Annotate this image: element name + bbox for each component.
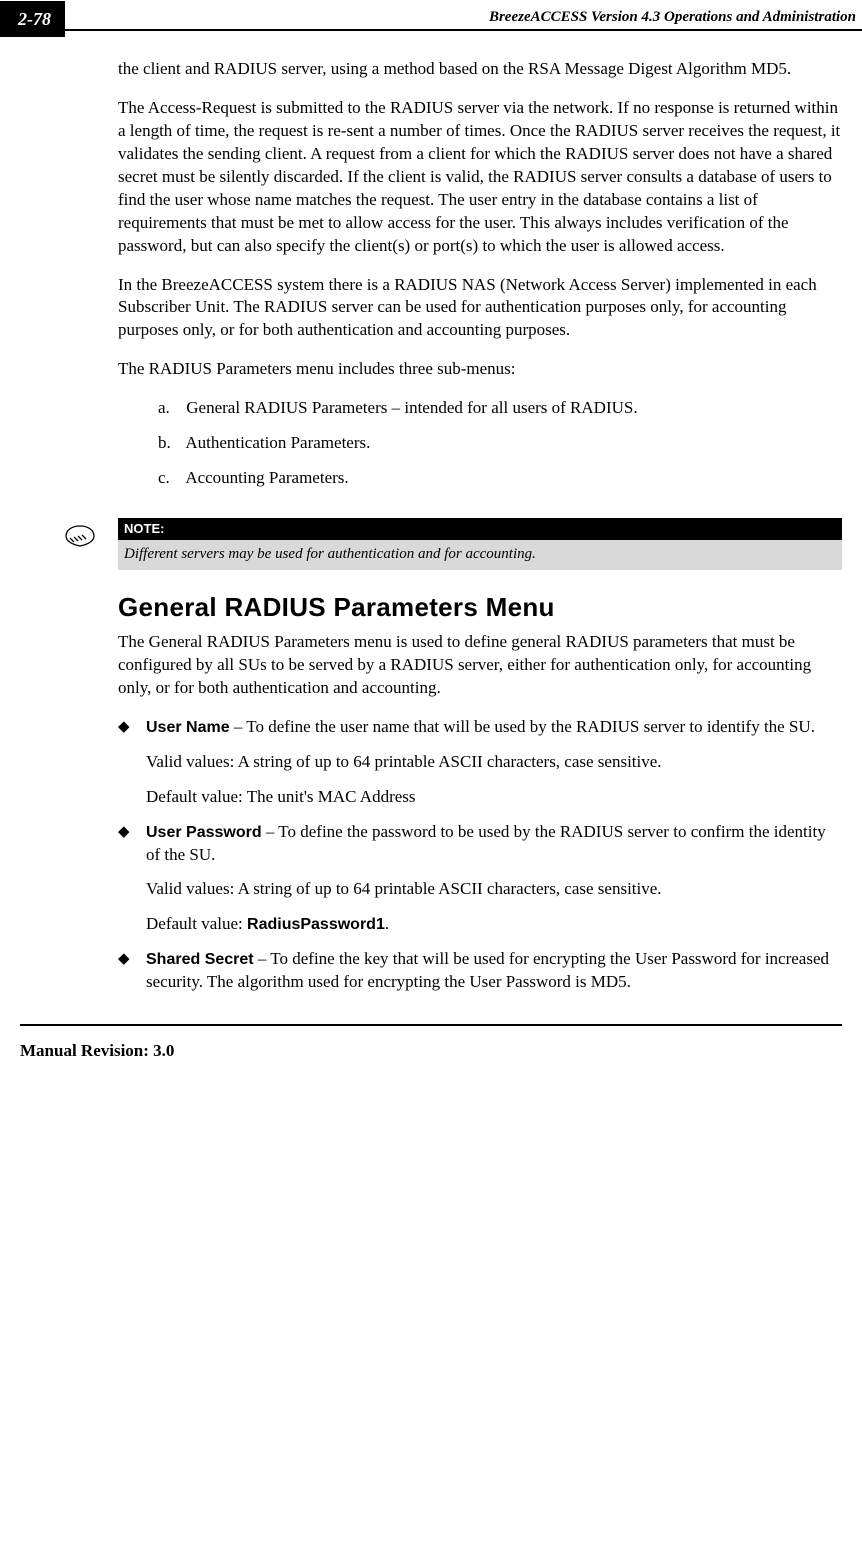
bullet-valid: Valid values: A string of up to 64 print… (146, 751, 842, 774)
submenu-text: Accounting Parameters. (185, 468, 348, 487)
submenu-item-b: b. Authentication Parameters. (158, 432, 842, 455)
bullet-user-password: User Password – To define the password t… (118, 821, 842, 937)
manual-revision: Manual Revision: 3.0 (20, 1041, 174, 1060)
paragraph: The RADIUS Parameters menu includes thre… (118, 358, 842, 381)
bullet-def: – To define the user name that will be u… (230, 717, 815, 736)
page-number-box: 2-78 (0, 1, 65, 37)
bullet-default: Default value: RadiusPassword1. (146, 913, 842, 936)
page-header: 2-78 BreezeACCESS Version 4.3 Operations… (0, 0, 862, 38)
paragraph: The Access-Request is submitted to the R… (118, 97, 842, 258)
submenu-text: General RADIUS Parameters – intended for… (186, 398, 637, 417)
submenu-list: a. General RADIUS Parameters – intended … (158, 397, 842, 490)
submenu-label: a. (158, 397, 182, 420)
submenu-item-a: a. General RADIUS Parameters – intended … (158, 397, 842, 420)
section-title: General RADIUS Parameters Menu (118, 590, 842, 625)
note-body: Different servers may be used for authen… (118, 540, 842, 570)
bullet-user-name: User Name – To define the user name that… (118, 716, 842, 809)
bullet-list: User Name – To define the user name that… (118, 716, 842, 994)
page-footer: Manual Revision: 3.0 (20, 1024, 842, 1063)
note-block: NOTE: Different servers may be used for … (62, 518, 842, 570)
note-heading: NOTE: (118, 518, 842, 540)
bullet-shared-secret: Shared Secret – To define the key that w… (118, 948, 842, 994)
section-intro: The General RADIUS Parameters menu is us… (118, 631, 842, 700)
header-title: BreezeACCESS Version 4.3 Operations and … (65, 7, 862, 31)
note-icon (62, 518, 98, 555)
submenu-label: b. (158, 432, 182, 455)
bullet-label: User Name (146, 719, 230, 736)
paragraph: In the BreezeACCESS system there is a RA… (118, 274, 842, 343)
bullet-valid: Valid values: A string of up to 64 print… (146, 878, 842, 901)
submenu-text: Authentication Parameters. (185, 433, 370, 452)
bullet-default: Default value: The unit's MAC Address (146, 786, 842, 809)
submenu-label: c. (158, 467, 182, 490)
paragraph: the client and RADIUS server, using a me… (118, 58, 842, 81)
submenu-item-c: c. Accounting Parameters. (158, 467, 842, 490)
page-content: the client and RADIUS server, using a me… (0, 38, 862, 994)
bullet-label: Shared Secret (146, 951, 254, 968)
bullet-label: User Password (146, 824, 262, 841)
